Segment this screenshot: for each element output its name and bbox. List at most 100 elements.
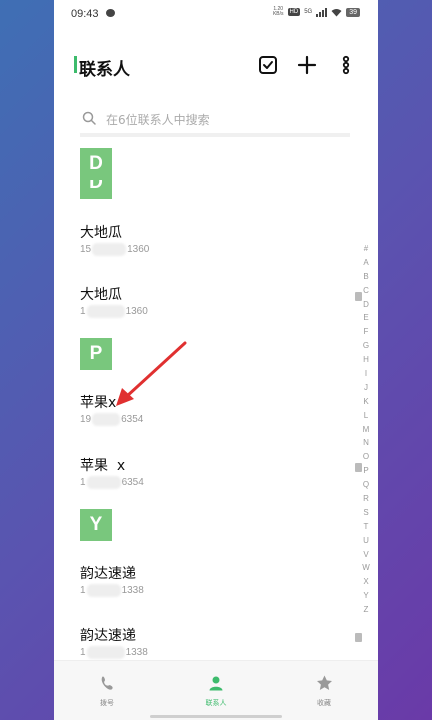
contact-phone: 1 6354 <box>80 476 144 489</box>
contact-phone: 1 1338 <box>80 646 148 659</box>
nav-dial-label: 拨号 <box>100 699 114 707</box>
signal-icon <box>316 7 328 17</box>
hd-icon: HD <box>287 8 301 16</box>
add-contact-button[interactable] <box>294 52 320 78</box>
phone-redacted <box>86 305 125 318</box>
more-options-button[interactable] <box>333 52 359 78</box>
contact-phone: 15 1360 <box>80 243 149 256</box>
phone-prefix: 1 <box>80 585 86 596</box>
index-letter[interactable]: S <box>358 506 374 520</box>
index-letter[interactable]: I <box>358 367 374 381</box>
nav-dial[interactable]: 拨号 <box>67 675 147 708</box>
index-letter[interactable]: V <box>358 548 374 562</box>
search-bar[interactable]: 在6位联系人中搜索 <box>80 107 350 137</box>
phone-prefix: 1 <box>80 647 86 658</box>
nav-favorites-label: 收藏 <box>317 699 331 707</box>
index-letter[interactable]: O <box>358 450 374 464</box>
index-letter[interactable]: D <box>358 298 374 312</box>
index-letter[interactable]: M <box>358 423 374 437</box>
alphabet-index-bar[interactable]: # A B C D E F G H I J K L M N O P Q R S T U V W X Y Z <box>358 242 374 617</box>
contact-item[interactable]: 苹果x 19 6354 <box>80 392 350 436</box>
phone-redacted <box>86 584 121 597</box>
section-header-p: P <box>80 338 112 370</box>
status-right: 1.20 KB/s HD 5G 39 <box>273 7 360 17</box>
search-placeholder: 在6位联系人中搜索 <box>106 113 210 127</box>
index-letter[interactable]: # <box>358 242 374 256</box>
section-header-d: D <box>80 148 112 180</box>
phone-suffix: 1338 <box>121 585 144 596</box>
phone-prefix: 15 <box>80 244 92 255</box>
phone-prefix: 19 <box>80 414 92 425</box>
index-letter[interactable]: Z <box>358 603 374 617</box>
message-notification-icon <box>106 9 115 17</box>
contact-name: 大地瓜 <box>80 287 122 303</box>
contact-item[interactable]: 苹果 x 1 6354 <box>80 455 362 499</box>
phone-redacted <box>86 476 121 489</box>
sim-card-icon <box>355 633 362 642</box>
phone-suffix: 1360 <box>125 306 148 317</box>
index-letter[interactable]: Y <box>358 589 374 603</box>
phone-prefix: 1 <box>80 477 86 488</box>
index-letter[interactable]: K <box>358 395 374 409</box>
index-letter[interactable]: B <box>358 270 374 284</box>
network-type: 5G <box>304 9 313 15</box>
status-bar: 09:43 1.20 KB/s HD 5G 39 <box>54 0 378 30</box>
phone-screen: 09:43 1.20 KB/s HD 5G 39 联系人 在6位联系人中搜索 D… <box>54 0 378 720</box>
page-title: 联系人 <box>79 60 130 80</box>
network-speed: 1.20 KB/s <box>272 6 284 17</box>
index-letter[interactable]: P <box>358 464 374 478</box>
section-header-y: Y <box>80 509 112 541</box>
nav-favorites[interactable]: 收藏 <box>284 675 364 708</box>
index-letter[interactable]: U <box>358 534 374 548</box>
nav-contacts[interactable]: 联系人 <box>176 675 256 708</box>
multi-select-button[interactable] <box>255 52 281 78</box>
phone-suffix: 1360 <box>127 244 150 255</box>
index-letter[interactable]: Q <box>358 478 374 492</box>
phone-icon <box>101 676 113 690</box>
top-app-bar: 联系人 <box>54 45 378 85</box>
index-letter[interactable]: H <box>358 353 374 367</box>
title-accent-bar <box>74 56 77 73</box>
person-icon <box>209 676 223 691</box>
index-letter[interactable]: F <box>358 325 374 339</box>
contact-item[interactable]: 大地瓜 1 1360 <box>80 284 362 328</box>
contact-name: 韵达速递 <box>80 628 136 644</box>
index-letter[interactable]: J <box>358 381 374 395</box>
search-icon <box>82 111 96 125</box>
battery-icon: 39 <box>346 7 360 17</box>
plus-icon <box>297 55 317 75</box>
contact-phone: 19 6354 <box>80 413 143 426</box>
index-letter[interactable]: C <box>358 284 374 298</box>
contact-name: 大地瓜 <box>80 225 122 241</box>
contact-item[interactable]: 韵达速递 1 1338 <box>80 563 350 607</box>
contact-name: 韵达速递 <box>80 566 136 582</box>
index-letter[interactable]: G <box>358 339 374 353</box>
index-letter[interactable]: A <box>358 256 374 270</box>
checkbox-icon <box>259 56 277 74</box>
contact-item[interactable]: 大地瓜 15 1360 <box>80 222 350 266</box>
bottom-navigation: 拨号 联系人 收藏 <box>54 660 378 720</box>
phone-redacted <box>92 413 121 426</box>
index-letter[interactable]: X <box>358 575 374 589</box>
contact-name: 苹果 x <box>80 458 126 474</box>
contact-phone: 1 1360 <box>80 305 148 318</box>
index-letter[interactable]: L <box>358 409 374 423</box>
wifi-icon <box>331 8 342 16</box>
contact-name: 苹果x <box>80 395 117 411</box>
index-letter[interactable]: T <box>358 520 374 534</box>
star-icon <box>316 675 332 690</box>
nav-contacts-label: 联系人 <box>205 699 227 707</box>
phone-suffix: 1338 <box>125 647 148 658</box>
status-time: 09:43 <box>71 8 99 20</box>
section-header-d-sticky: D <box>80 180 112 199</box>
index-letter[interactable]: N <box>358 436 374 450</box>
index-letter[interactable]: R <box>358 492 374 506</box>
phone-redacted <box>86 646 125 659</box>
more-vertical-icon <box>342 55 350 75</box>
index-letter[interactable]: E <box>358 311 374 325</box>
home-indicator[interactable] <box>150 715 282 718</box>
phone-redacted <box>92 243 127 256</box>
sticky-letter: D <box>80 180 112 199</box>
index-letter[interactable]: W <box>358 561 374 575</box>
contact-phone: 1 1338 <box>80 584 144 597</box>
